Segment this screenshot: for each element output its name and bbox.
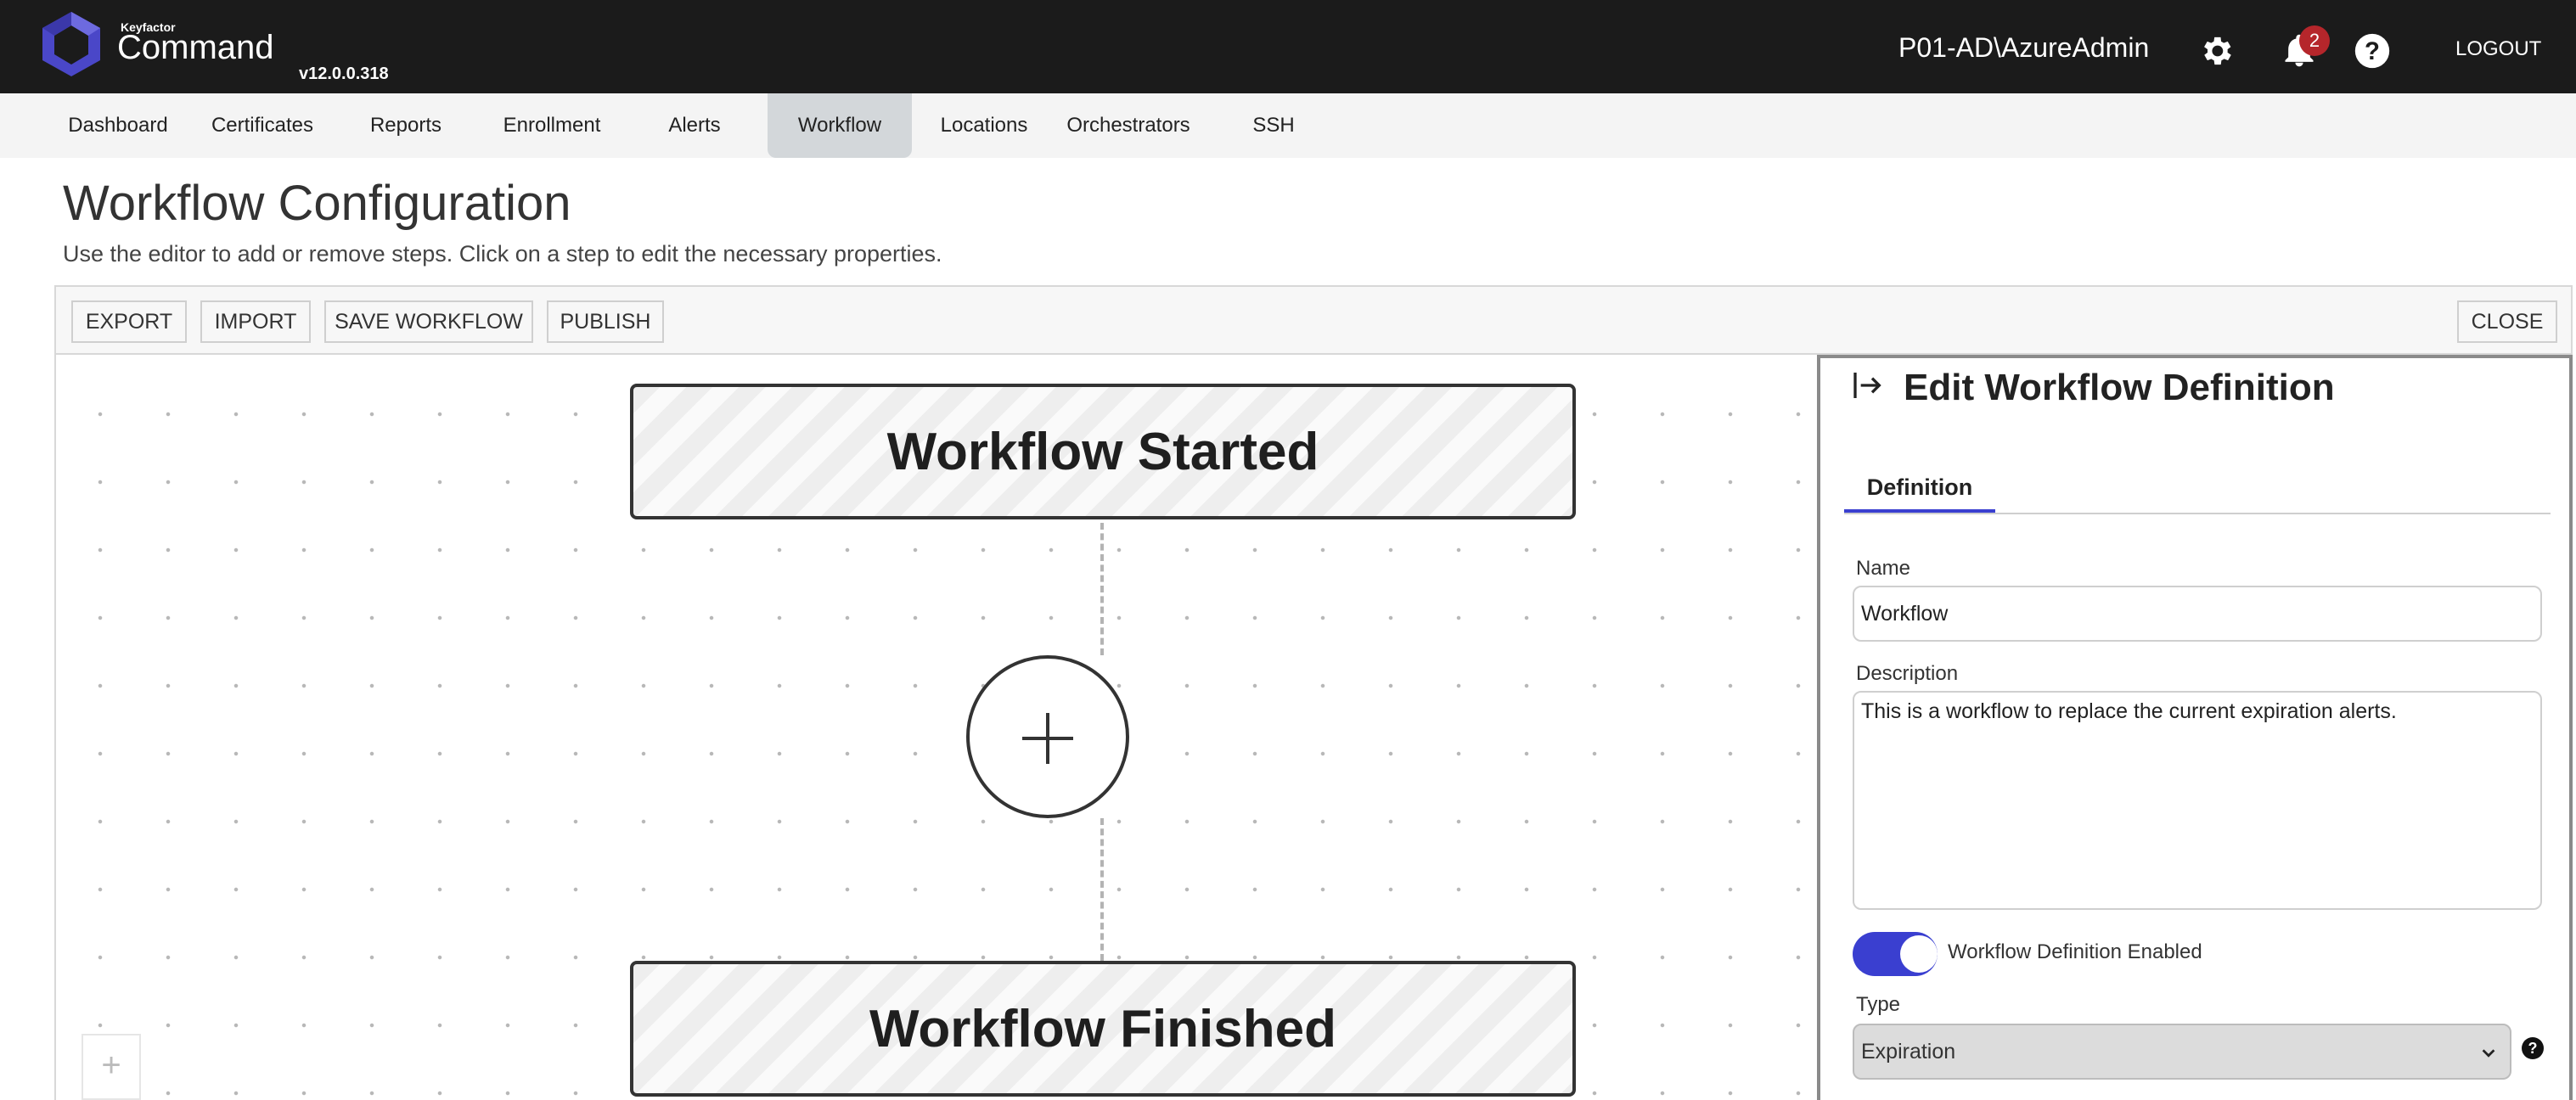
- version-label: v12.0.0.318: [299, 65, 389, 83]
- nav-item-alerts[interactable]: Alerts: [654, 93, 735, 158]
- top-bar: Keyfactor Command v12.0.0.318 P01-AD\Azu…: [0, 0, 2576, 93]
- workflow-finished-label: Workflow Finished: [869, 999, 1336, 1058]
- name-input[interactable]: [1853, 586, 2542, 642]
- username[interactable]: P01-AD\AzureAdmin: [1898, 32, 2149, 64]
- svg-text:?: ?: [2365, 37, 2380, 65]
- logout-button[interactable]: LOGOUT: [2455, 37, 2541, 61]
- step-connector: [1100, 818, 1104, 961]
- toggle-knob: [1900, 935, 1938, 973]
- import-button[interactable]: IMPORT: [200, 300, 311, 343]
- workflow-started-label: Workflow Started: [886, 422, 1319, 481]
- type-help-icon[interactable]: ?: [2522, 1037, 2544, 1059]
- help-icon[interactable]: ?: [2354, 32, 2391, 70]
- enabled-label: Workflow Definition Enabled: [1948, 940, 2202, 963]
- workflow-toolbar: EXPORT IMPORT SAVE WORKFLOW PUBLISH CLOS…: [54, 285, 2573, 355]
- name-label: Name: [1856, 557, 1911, 580]
- zoom-in-button[interactable]: +: [82, 1034, 141, 1100]
- nav-item-ssh[interactable]: SSH: [1240, 93, 1308, 158]
- description-textarea[interactable]: This is a workflow to replace the curren…: [1853, 691, 2542, 910]
- nav-item-workflow[interactable]: Workflow: [768, 93, 912, 158]
- enabled-toggle[interactable]: [1853, 932, 1938, 976]
- export-button[interactable]: EXPORT: [71, 300, 187, 343]
- nav-item-certificates[interactable]: Certificates: [200, 93, 324, 158]
- type-select[interactable]: Expiration: [1853, 1024, 2511, 1080]
- description-label: Description: [1856, 662, 1959, 685]
- workflow-finished-step[interactable]: Workflow Finished: [630, 961, 1576, 1097]
- nav-item-enrollment[interactable]: Enrollment: [492, 93, 611, 158]
- workflow-started-step[interactable]: Workflow Started: [630, 384, 1576, 519]
- nav-item-reports[interactable]: Reports: [355, 93, 457, 158]
- workflow-canvas[interactable]: Workflow Started Workflow Finished +: [54, 355, 1817, 1100]
- step-connector: [1100, 523, 1104, 655]
- nav-item-locations[interactable]: Locations: [934, 93, 1034, 158]
- collapse-panel-icon[interactable]: [1851, 368, 1885, 402]
- notification-badge[interactable]: 2: [2299, 25, 2330, 56]
- add-step-button[interactable]: [966, 655, 1129, 818]
- panel-title: Edit Workflow Definition: [1904, 367, 2335, 408]
- edit-definition-panel: Edit Workflow Definition Definition Name…: [1817, 355, 2573, 1100]
- plus-icon-vertical: [1046, 713, 1049, 764]
- nav-item-orchestrators[interactable]: Orchestrators: [1061, 93, 1195, 158]
- page-subtitle: Use the editor to add or remove steps. C…: [63, 241, 942, 267]
- publish-button[interactable]: PUBLISH: [547, 300, 664, 343]
- type-label: Type: [1856, 993, 1901, 1016]
- tab-definition[interactable]: Definition: [1844, 470, 1995, 514]
- page-title: Workflow Configuration: [63, 176, 571, 231]
- close-button[interactable]: CLOSE: [2457, 300, 2557, 343]
- type-select-value: Expiration: [1861, 1040, 1956, 1064]
- chevron-down-icon: [2482, 1049, 2495, 1058]
- keyfactor-logo-icon[interactable]: [39, 10, 104, 78]
- save-workflow-button[interactable]: SAVE WORKFLOW: [324, 300, 533, 343]
- brand-name[interactable]: Command: [117, 29, 274, 67]
- tab-divider: [1844, 513, 2551, 514]
- gear-icon[interactable]: [2197, 32, 2235, 70]
- main-nav: Dashboard Certificates Reports Enrollmen…: [0, 93, 2576, 158]
- nav-item-dashboard[interactable]: Dashboard: [56, 93, 180, 158]
